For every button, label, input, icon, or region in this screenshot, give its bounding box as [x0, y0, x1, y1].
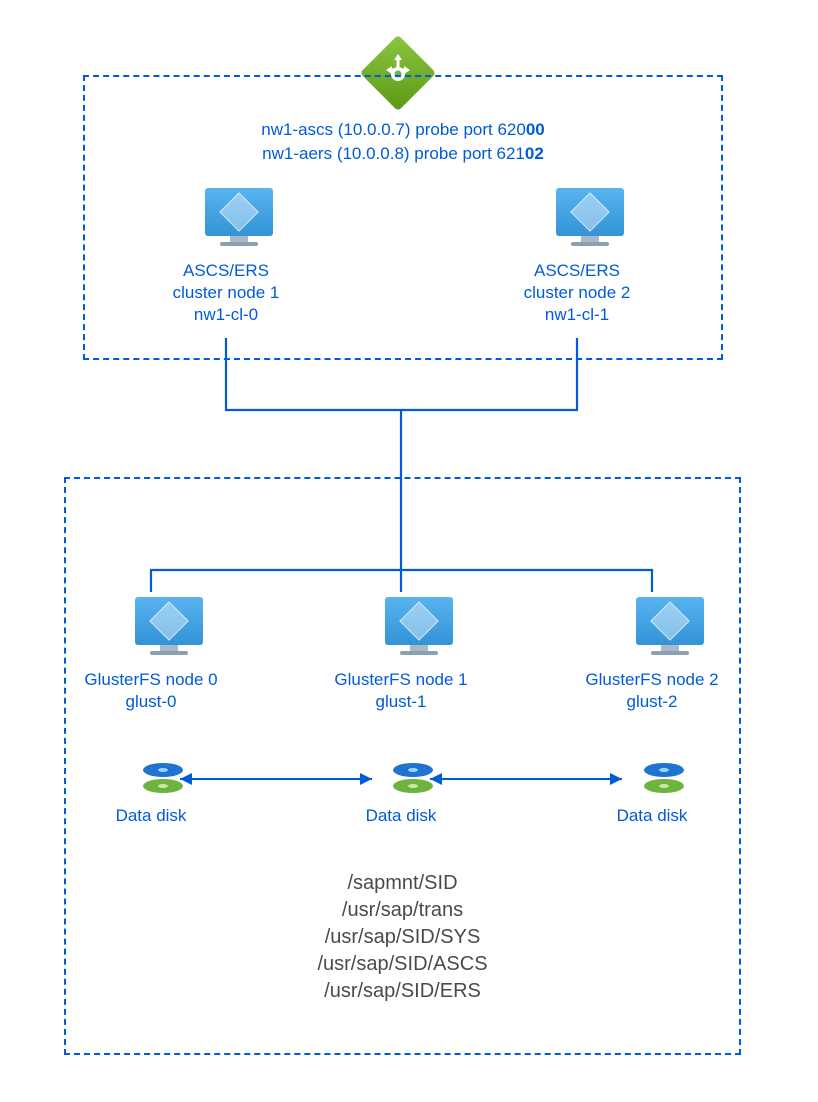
- sap-paths-list: /sapmnt/SID /usr/sap/trans /usr/sap/SID/…: [64, 870, 741, 1005]
- path-line: /usr/sap/SID/ERS: [64, 978, 741, 1005]
- path-line: /usr/sap/SID/ASCS: [64, 951, 741, 978]
- path-line: /usr/sap/SID/SYS: [64, 924, 741, 951]
- disk-replication-arrows: [0, 0, 818, 900]
- path-line: /sapmnt/SID: [64, 870, 741, 897]
- path-line: /usr/sap/trans: [64, 897, 741, 924]
